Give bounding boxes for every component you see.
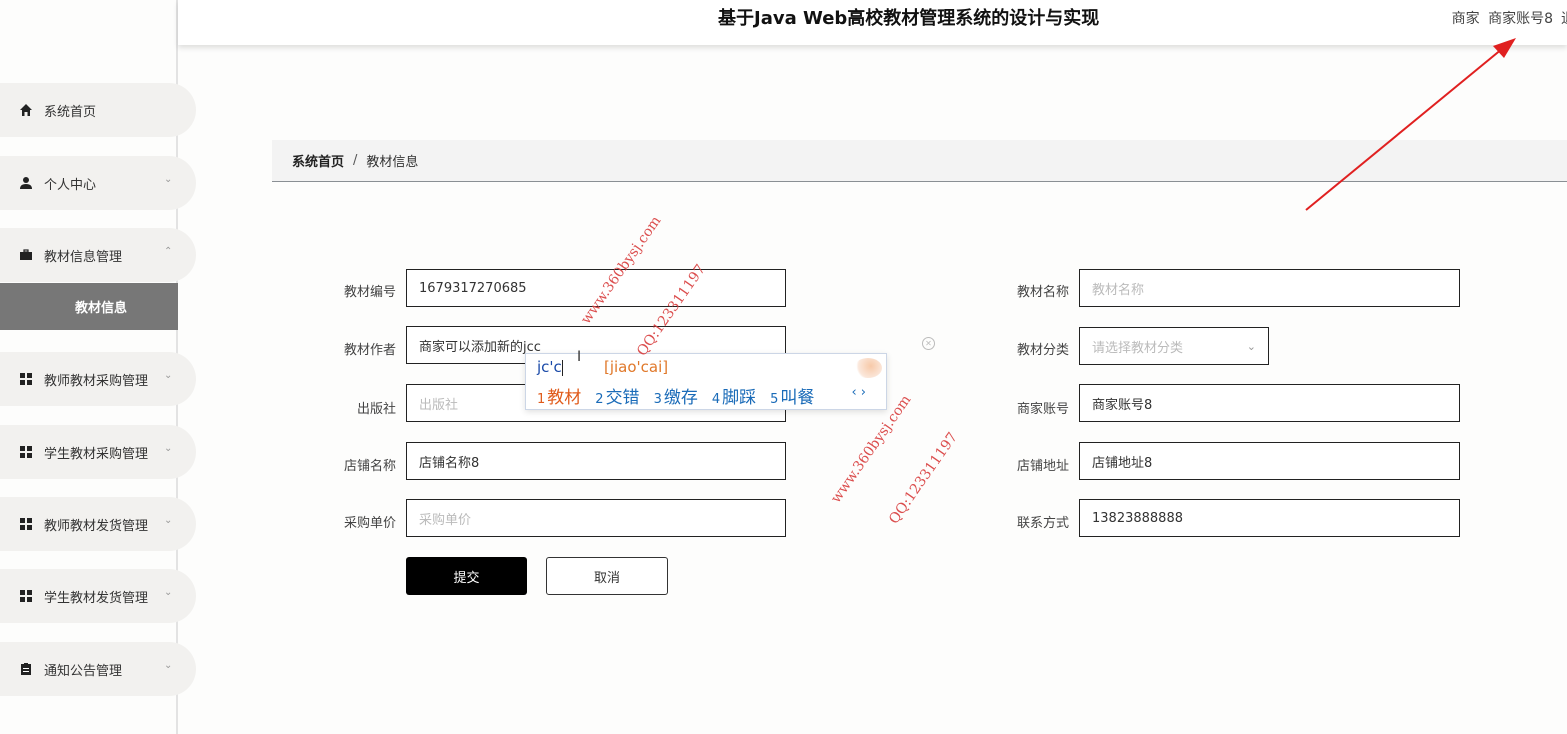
chevron-down-icon: ⌄ <box>1246 340 1256 353</box>
user-role: 商家 <box>1451 11 1480 27</box>
ime-caret <box>562 360 563 376</box>
sidebar-item-student-delivery[interactable]: 学生教材发货管理 ⌄ <box>0 569 196 623</box>
merchant-account-field[interactable]: 商家账号8 <box>1079 384 1460 422</box>
sidebar-subitem-label: 教材信息 <box>75 301 128 316</box>
user-icon <box>18 175 34 191</box>
shop-address-label: 店铺地址 <box>1016 459 1069 474</box>
ime-pinyin: [jiao'cai] <box>604 358 669 376</box>
ime-candidate[interactable]: 4 脚踩 <box>712 383 756 408</box>
sidebar-item-student-purchase[interactable]: 学生教材采购管理 ⌄ <box>0 425 196 479</box>
ime-candidate[interactable]: 3 缴存 <box>654 383 698 408</box>
chevron-down-icon: ⌄ <box>164 515 173 526</box>
breadcrumb-home[interactable]: 系统首页 <box>292 151 344 170</box>
grid-icon <box>18 444 34 460</box>
sidebar-item-teacher-delivery[interactable]: 教师教材发货管理 ⌄ <box>0 497 196 551</box>
sidebar-item-label: 教材信息管理 <box>44 249 123 265</box>
ime-page-nav[interactable]: ‹ › <box>851 385 866 400</box>
ime-candidate[interactable]: 2 交错 <box>595 383 639 408</box>
grid-icon <box>18 588 34 604</box>
sidebar-item-label: 教师教材采购管理 <box>44 373 149 389</box>
logout-link[interactable]: 退 <box>1561 8 1567 28</box>
chevron-down-icon: ⌄ <box>164 587 173 598</box>
sidebar-item-label: 学生教材发货管理 <box>44 590 149 606</box>
breadcrumb-current: 教材信息 <box>366 155 419 170</box>
publisher-label: 出版社 <box>356 402 396 417</box>
shop-address-field[interactable]: 店铺地址8 <box>1079 442 1460 480</box>
sidebar-item-personal-center[interactable]: 个人中心 ⌄ <box>0 156 196 210</box>
shop-name-field[interactable]: 店铺名称8 <box>406 442 786 480</box>
sidebar-item-label: 个人中心 <box>44 177 97 193</box>
sidebar-item-teacher-purchase[interactable]: 教师教材采购管理 ⌄ <box>0 352 196 406</box>
price-label: 采购单价 <box>343 516 396 531</box>
code-label: 教材编号 <box>343 285 396 300</box>
ime-candidate-list: 1 教材 2 交错 3 缴存 4 脚踩 5 叫餐 <box>537 383 828 408</box>
sidebar-subitem-textbook-info[interactable]: 教材信息 <box>0 283 178 330</box>
grid-icon <box>18 371 34 387</box>
home-icon <box>18 102 34 118</box>
watermark-qq: QQ:123311197 <box>886 429 961 528</box>
chevron-down-icon: ⌄ <box>164 370 173 381</box>
ime-logo-icon <box>854 358 882 378</box>
category-select[interactable]: 请选择教材分类 ⌄ <box>1079 327 1269 365</box>
briefcase-icon <box>18 247 34 263</box>
ime-composition: jc'c <box>537 358 562 376</box>
sidebar: 系统首页 个人中心 ⌄ 教材信息管理 ⌃ 教材信息 教师教材采购管理 ⌄ 学生教… <box>0 0 196 734</box>
user-info: 商家 商家账号8 <box>1448 8 1553 28</box>
user-account[interactable]: 商家账号8 <box>1488 11 1553 27</box>
contact-field[interactable]: 13823888888 <box>1079 499 1460 537</box>
sidebar-item-notice[interactable]: 通知公告管理 ⌄ <box>0 642 196 696</box>
chevron-up-icon: ⌃ <box>164 246 173 257</box>
ime-candidate[interactable]: 5 叫餐 <box>770 383 814 408</box>
cancel-button[interactable]: 取消 <box>546 557 668 595</box>
chevron-down-icon: ⌄ <box>164 443 173 454</box>
ime-candidate[interactable]: 1 教材 <box>537 383 581 408</box>
sidebar-item-home[interactable]: 系统首页 <box>0 83 196 137</box>
chevron-down-icon: ⌄ <box>164 660 173 671</box>
sidebar-item-label: 通知公告管理 <box>44 663 123 679</box>
name-label: 教材名称 <box>1016 285 1069 300</box>
breadcrumb-separator: / <box>353 153 358 168</box>
author-label: 教材作者 <box>343 343 396 358</box>
sidebar-item-label: 系统首页 <box>44 104 97 120</box>
chevron-down-icon: ⌄ <box>164 174 173 185</box>
annotation-arrow-icon <box>1305 38 1516 211</box>
sidebar-item-label: 学生教材采购管理 <box>44 446 149 462</box>
contact-label: 联系方式 <box>1016 516 1069 531</box>
category-label: 教材分类 <box>1016 343 1069 358</box>
sidebar-item-textbook-management[interactable]: 教材信息管理 ⌃ <box>0 228 196 282</box>
text-cursor-icon: I <box>577 349 582 365</box>
clear-icon[interactable]: ✕ <box>922 337 935 350</box>
page-title: 基于Java Web高校教材管理系统的设计与实现 <box>718 8 1100 29</box>
category-select-value: 请选择教材分类 <box>1092 340 1184 356</box>
sidebar-item-label: 教师教材发货管理 <box>44 518 149 534</box>
grid-icon <box>18 516 34 532</box>
merchant-account-label: 商家账号 <box>1016 402 1069 417</box>
price-field[interactable]: 采购单价 <box>406 499 786 537</box>
name-field[interactable]: 教材名称 <box>1079 269 1460 307</box>
shop-name-label: 店铺名称 <box>343 459 396 474</box>
clipboard-icon <box>18 661 34 677</box>
submit-button[interactable]: 提交 <box>406 557 527 595</box>
